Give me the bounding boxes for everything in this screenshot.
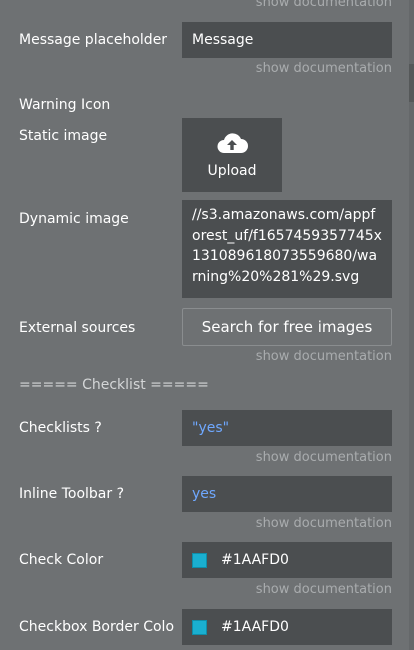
inline-toolbar-label: Inline Toolbar ? — [19, 486, 125, 502]
doc-link-check-color[interactable]: show documentation — [256, 582, 392, 597]
doc-link-message-placeholder[interactable]: show documentation — [256, 61, 392, 76]
check-color-label: Check Color — [19, 552, 104, 568]
checklist-section-heading: ===== Checklist ===== — [19, 377, 209, 393]
dynamic-image-label: Dynamic image — [19, 211, 129, 227]
search-free-images-label: Search for free images — [201, 318, 373, 336]
checkbox-border-color-label: Checkbox Border Colo — [19, 619, 175, 635]
message-placeholder-input[interactable]: Message — [182, 22, 392, 58]
doc-link-top[interactable]: show documentation — [256, 0, 392, 10]
checklists-label: Checklists ? — [19, 420, 102, 436]
doc-link-checklists[interactable]: show documentation — [256, 450, 392, 465]
checklists-value: "yes" — [192, 420, 230, 436]
doc-link-inline-toolbar[interactable]: show documentation — [256, 516, 392, 531]
checklists-input[interactable]: "yes" — [182, 410, 392, 446]
check-color-swatch[interactable] — [192, 552, 207, 568]
cloud-upload-icon — [217, 133, 248, 153]
inline-toolbar-input[interactable]: yes — [182, 476, 392, 512]
doc-link-external-sources[interactable]: show documentation — [256, 349, 392, 364]
dynamic-image-input[interactable]: //s3.amazonaws.com/appforest_uf/f1657459… — [182, 200, 392, 298]
upload-label: Upload — [207, 163, 257, 179]
check-color-input[interactable]: #1AAFD0 — [182, 542, 392, 578]
search-free-images-button[interactable]: Search for free images — [182, 308, 392, 346]
warning-icon-heading: Warning Icon — [19, 97, 111, 113]
upload-button[interactable]: Upload — [182, 118, 282, 192]
checkbox-border-color-value: #1AAFD0 — [221, 619, 289, 635]
scrollbar-thumb[interactable] — [409, 64, 414, 102]
message-placeholder-value: Message — [192, 32, 254, 48]
inline-toolbar-value: yes — [192, 486, 217, 502]
static-image-label: Static image — [19, 128, 108, 144]
message-placeholder-label: Message placeholder — [19, 32, 168, 48]
checkbox-border-color-input[interactable]: #1AAFD0 — [182, 609, 392, 645]
external-sources-label: External sources — [19, 320, 136, 336]
checkbox-border-color-swatch[interactable] — [192, 619, 207, 635]
check-color-value: #1AAFD0 — [221, 552, 289, 568]
dynamic-image-value: //s3.amazonaws.com/appforest_uf/f1657459… — [192, 207, 382, 285]
